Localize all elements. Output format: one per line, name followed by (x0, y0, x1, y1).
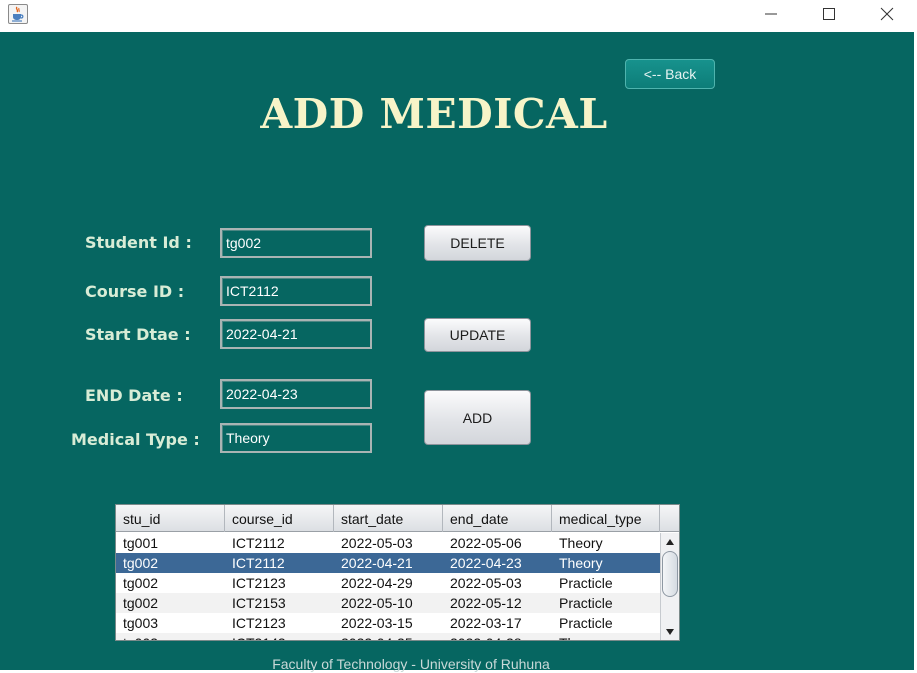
footer-text: Faculty of Technology - University of Ru… (272, 656, 550, 672)
scroll-down-button[interactable] (661, 625, 679, 639)
student-id-field[interactable]: tg002 (220, 228, 372, 258)
table-cell: 2022-05-03 (450, 575, 522, 591)
course-id-field[interactable]: ICT2112 (220, 276, 372, 306)
java-cup-icon (8, 4, 28, 24)
table-cell: 2022-05-12 (450, 595, 522, 611)
table-row-selected[interactable]: tg002 ICT2112 2022-04-21 2022-04-23 Theo… (116, 553, 660, 573)
column-header[interactable]: stu_id (116, 505, 225, 532)
table-cell: 2022-04-25 (334, 633, 443, 640)
table-cell: Theory (559, 535, 603, 551)
start-date-field[interactable]: 2022-04-21 (220, 319, 372, 349)
column-header[interactable]: course_id (225, 505, 334, 532)
start-date-label: Start Dtae : (85, 325, 191, 344)
table-scrollbar[interactable] (660, 533, 679, 640)
table-cell: ICT2112 (232, 535, 285, 551)
update-button[interactable]: UPDATE (424, 318, 531, 352)
table-cell: 2022-04-29 (341, 575, 413, 591)
table-cell: ICT2123 (232, 575, 286, 591)
table-cell: 2022-03-17 (450, 615, 522, 631)
table-row[interactable]: tg003 ICT2143 2022-04-25 2022-04-28 Theo… (116, 633, 660, 640)
table-row[interactable]: tg002 ICT2153 2022-05-10 2022-05-12 Prac… (116, 593, 660, 613)
table-header: stu_id course_id start_date end_date med… (116, 505, 679, 532)
window-content: <-- Back ADD MEDICAL Student Id : tg002 … (0, 32, 917, 673)
table-cell: 2022-05-10 (341, 595, 413, 611)
end-date-field[interactable]: 2022-04-23 (220, 379, 372, 409)
table-body: tg001 ICT2112 2022-05-03 2022-05-06 Theo… (116, 533, 660, 640)
scroll-up-button[interactable] (661, 535, 679, 549)
arrow-down-icon (666, 629, 674, 635)
maximize-icon (823, 8, 835, 20)
table-cell: 2022-05-06 (450, 535, 522, 551)
page-title: ADD MEDICAL (260, 90, 608, 138)
table-row[interactable]: tg001 ICT2112 2022-05-03 2022-05-06 Theo… (116, 533, 660, 553)
table-cell: Theory (559, 555, 603, 571)
column-header[interactable]: end_date (443, 505, 552, 532)
table-row[interactable]: tg002 ICT2123 2022-04-29 2022-05-03 Prac… (116, 573, 660, 593)
maximize-button[interactable] (800, 0, 858, 28)
close-icon (880, 7, 894, 21)
table-cell: 2022-03-15 (341, 615, 413, 631)
table-cell: ICT2123 (232, 615, 286, 631)
table-cell: 2022-04-23 (450, 555, 522, 571)
table-cell: tg003 (116, 633, 225, 640)
scrollbar-thumb[interactable] (662, 551, 678, 597)
arrow-up-icon (666, 539, 674, 545)
column-header-filler (660, 505, 679, 532)
table-cell: tg002 (123, 555, 159, 571)
table-row[interactable]: tg003 ICT2123 2022-03-15 2022-03-17 Prac… (116, 613, 660, 633)
student-id-label: Student Id : (85, 233, 192, 252)
table-cell: Practicle (559, 575, 613, 591)
table-cell: ICT2112 (232, 555, 285, 571)
table-cell: ICT2153 (232, 595, 286, 611)
minimize-icon (765, 13, 777, 15)
table-cell: tg002 (123, 595, 159, 611)
window-titlebar (0, 0, 917, 32)
medical-table[interactable]: stu_id course_id start_date end_date med… (115, 504, 680, 641)
column-header[interactable]: medical_type (552, 505, 660, 532)
medical-panel: <-- Back ADD MEDICAL Student Id : tg002 … (0, 32, 914, 672)
medical-type-label: Medical Type : (71, 430, 200, 449)
table-cell: tg003 (123, 615, 159, 631)
add-button[interactable]: ADD (424, 390, 531, 445)
delete-button[interactable]: DELETE (424, 225, 531, 261)
table-cell: 2022-05-03 (341, 535, 413, 551)
minimize-button[interactable] (742, 0, 800, 28)
table-cell: ICT2143 (225, 633, 334, 640)
table-cell: 2022-04-21 (341, 555, 413, 571)
table-cell: Practicle (559, 595, 613, 611)
course-id-label: Course ID : (85, 282, 185, 301)
close-button[interactable] (858, 0, 916, 28)
end-date-label: END Date : (85, 386, 183, 405)
column-header[interactable]: start_date (334, 505, 443, 532)
table-cell: 2022-04-28 (443, 633, 552, 640)
back-button[interactable]: <-- Back (625, 59, 715, 89)
table-cell: tg001 (123, 535, 159, 551)
medical-type-field[interactable]: Theory (220, 423, 372, 453)
table-cell: Practicle (559, 615, 613, 631)
table-cell: Theory (552, 633, 660, 640)
table-cell: tg002 (123, 575, 159, 591)
